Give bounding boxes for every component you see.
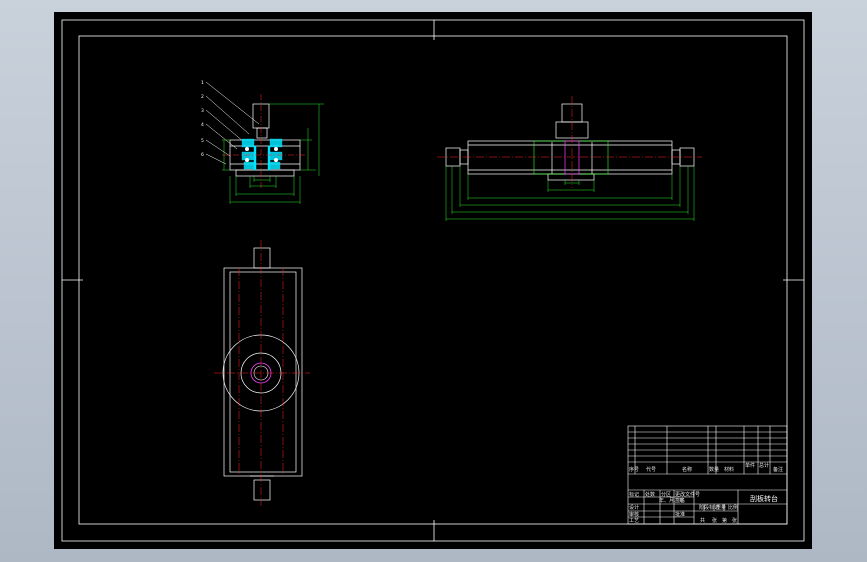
tb-header-label: 序号 — [629, 466, 639, 473]
outer-border — [61, 19, 805, 542]
top-view — [214, 240, 310, 506]
tb-sheet-label: 张 — [712, 517, 717, 524]
front-view — [437, 96, 702, 221]
leader-number: 2 — [201, 94, 204, 100]
tb-sign-label: 标记 — [629, 491, 639, 498]
cad-viewport[interactable]: 1 2 3 4 5 6 序号 代号 名称 数量 材料 单件 总计 备注 标记 处… — [54, 12, 812, 549]
inner-border — [78, 35, 788, 525]
tb-sign-label: 处数 — [645, 491, 655, 498]
tb-sign-label: 更改文件号 — [675, 491, 700, 498]
tb-header-label: 备注 — [773, 466, 783, 473]
tb-header-label: 材料 — [724, 466, 734, 473]
tb-role-label: 审核 — [629, 511, 639, 518]
tb-header-label: 单件 — [745, 462, 755, 469]
tb-role-label: 工艺 — [629, 518, 639, 524]
leader-number: 3 — [201, 108, 204, 114]
leader-number: 1 — [201, 80, 204, 86]
title-block: 序号 代号 名称 数量 材料 单件 总计 备注 标记 处数 分区 更改文件号 签… — [627, 425, 788, 525]
tb-header-label: 数量 — [709, 466, 719, 473]
tb-header-label: 名称 — [682, 466, 692, 473]
section-hatch — [241, 138, 283, 171]
leader-number: 6 — [201, 152, 204, 158]
tb-sheet-label: 张 — [732, 517, 737, 524]
leader-number: 5 — [201, 138, 204, 144]
tb-stage-label: 重量 — [716, 504, 726, 511]
tb-role-label: 批准 — [675, 511, 685, 518]
tb-sign-label: 分区 — [661, 491, 671, 498]
tb-header-label: 代号 — [646, 466, 656, 473]
tb-sheet-label: 第 — [722, 517, 727, 524]
tb-role-label: 设计 — [629, 504, 639, 511]
leader-number: 4 — [201, 122, 204, 128]
tb-stage-label: 比例 — [728, 504, 738, 511]
drawing-frame — [61, 19, 805, 542]
side-section-view: 1 2 3 4 5 6 — [201, 80, 324, 204]
tb-sheet-label: 共 — [700, 517, 705, 524]
drawing-title: 刮板转台 — [750, 494, 778, 503]
tb-sign-label: 年、月、日 — [659, 497, 684, 504]
tb-header-label: 总计 — [759, 462, 769, 469]
cad-drawing: 1 2 3 4 5 6 序号 代号 名称 数量 材料 单件 总计 备注 标记 处… — [61, 19, 805, 542]
